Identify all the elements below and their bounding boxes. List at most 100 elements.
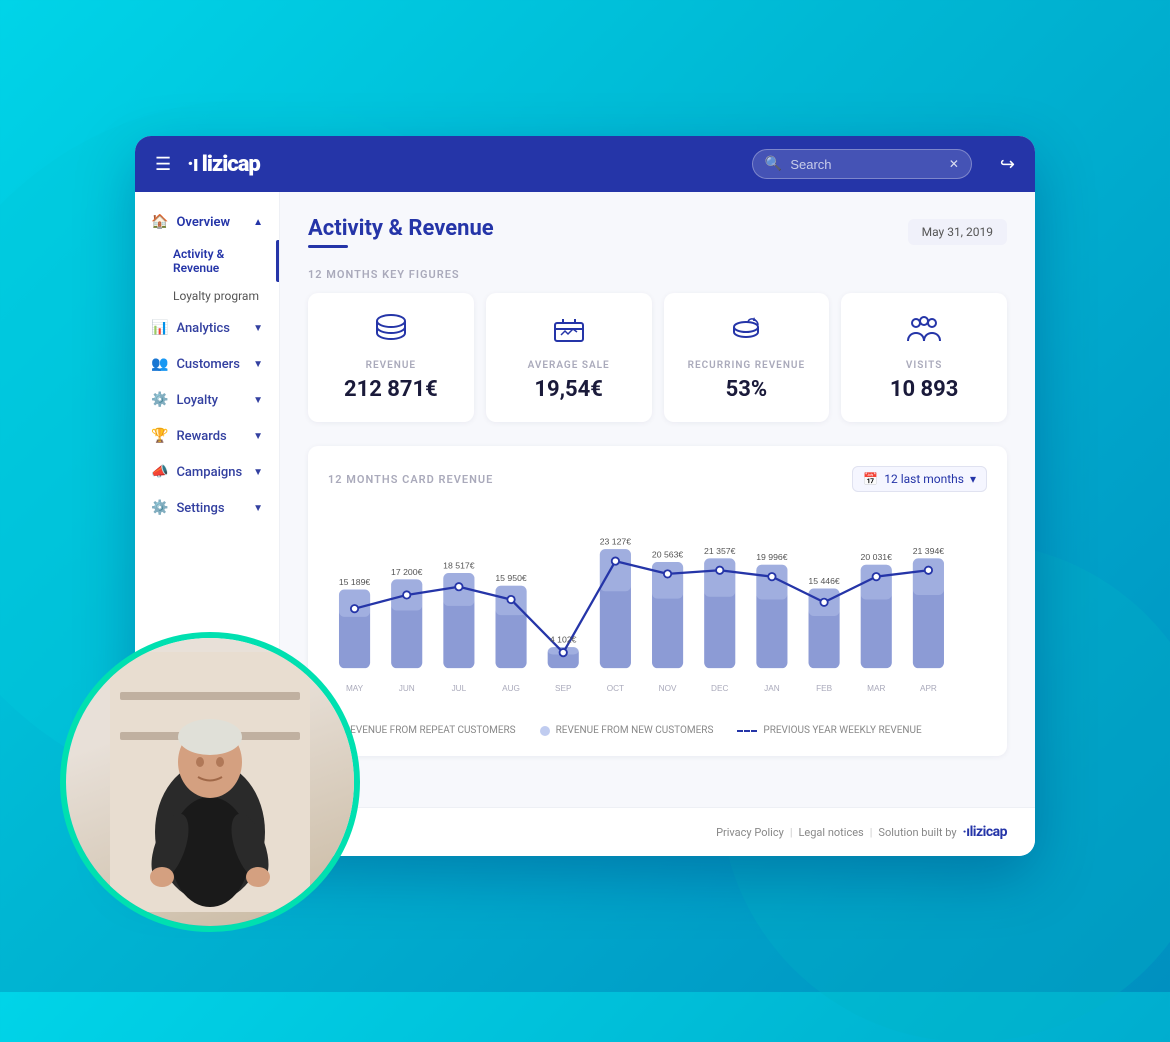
app-logo: ·ılizicap [187, 152, 260, 177]
person-image [66, 638, 354, 926]
page-title: Activity & Revenue [308, 216, 494, 241]
chevron-down-icon-4: ▼ [253, 431, 263, 442]
svg-text:23 127€: 23 127€ [600, 537, 632, 547]
sidebar-item-settings[interactable]: ⚙️ Settings ▼ [135, 490, 279, 526]
recurring-label: RECURRING REVENUE [680, 360, 814, 371]
title-underline [308, 245, 348, 248]
chart-section: 12 MONTHS CARD REVENUE 📅 12 last months … [308, 446, 1007, 756]
sidebar-label-loyalty: Loyalty [176, 393, 218, 408]
sidebar-sub-overview: Activity & Revenue Loyalty program [135, 240, 279, 310]
revenue-label: REVENUE [324, 360, 458, 371]
sidebar-item-rewards[interactable]: 🏆 Rewards ▼ [135, 418, 279, 454]
visits-value: 10 893 [857, 377, 991, 402]
main-content: Activity & Revenue May 31, 2019 12 MONTH… [280, 192, 1035, 807]
legend-dot-new [540, 726, 550, 736]
svg-text:20 031€: 20 031€ [861, 552, 893, 562]
sidebar-item-overview[interactable]: 🏠 Overview ▲ [135, 204, 279, 240]
recurring-value: 53% [680, 377, 814, 402]
chevron-up-icon: ▲ [253, 217, 263, 228]
svg-text:15 950€: 15 950€ [495, 573, 527, 583]
bars-new [339, 549, 944, 654]
chevron-down-icon: ▼ [253, 323, 263, 334]
logout-button[interactable]: ↪ [1000, 154, 1015, 175]
svg-text:15 189€: 15 189€ [339, 577, 371, 587]
svg-text:DEC: DEC [711, 684, 728, 693]
legend-prev-year: PREVIOUS YEAR WEEKLY REVENUE [737, 725, 921, 736]
search-icon: 🔍 [765, 156, 782, 172]
svg-text:AUG: AUG [502, 684, 520, 693]
svg-text:19 996€: 19 996€ [756, 552, 788, 562]
recurring-icon [680, 313, 814, 352]
kpi-card-recurring: RECURRING REVENUE 53% [664, 293, 830, 422]
sidebar-sub-activity-revenue[interactable]: Activity & Revenue [135, 240, 279, 282]
footer-legal[interactable]: Legal notices [799, 826, 864, 839]
sidebar-label-settings: Settings [176, 501, 224, 516]
chart-filter-button[interactable]: 📅 12 last months ▾ [852, 466, 987, 492]
top-nav: ☰ ·ılizicap 🔍 ✕ ↪ [135, 136, 1035, 192]
home-icon: 🏠 [151, 214, 168, 230]
hamburger-button[interactable]: ☰ [155, 154, 171, 175]
sidebar-label-analytics: Analytics [176, 321, 230, 336]
content-header: Activity & Revenue May 31, 2019 [308, 216, 1007, 248]
sidebar-item-customers[interactable]: 👥 Customers ▼ [135, 346, 279, 382]
svg-text:JAN: JAN [764, 684, 780, 693]
chart-legend: REVENUE FROM REPEAT CUSTOMERS REVENUE FR… [328, 725, 987, 736]
svg-text:APR: APR [920, 684, 937, 693]
customers-icon: 👥 [151, 356, 168, 372]
chevron-down-icon-3: ▼ [253, 395, 263, 406]
chart-container: 15 189€ 17 200€ 18 517€ 15 950€ 4 102€ 2… [328, 508, 987, 713]
kpi-section-label: 12 MONTHS KEY FIGURES [308, 268, 1007, 281]
footer: Privacy Policy | Legal notices | Solutio… [280, 807, 1035, 856]
svg-text:18 517€: 18 517€ [443, 560, 475, 570]
avg-sale-label: AVERAGE SALE [502, 360, 636, 371]
svg-text:17 200€: 17 200€ [391, 567, 423, 577]
sidebar-item-campaigns[interactable]: 📣 Campaigns ▼ [135, 454, 279, 490]
person-circle [60, 632, 360, 932]
sidebar-item-analytics[interactable]: 📊 Analytics ▼ [135, 310, 279, 346]
visits-label: VISITS [857, 360, 991, 371]
revenue-value: 212 871€ [324, 377, 458, 402]
sidebar-label-customers: Customers [176, 357, 240, 372]
line-dots [351, 557, 932, 656]
sidebar-item-loyalty[interactable]: ⚙️ Loyalty ▼ [135, 382, 279, 418]
chevron-down-icon-2: ▼ [253, 359, 263, 370]
revenue-icon [324, 313, 458, 352]
date-badge: May 31, 2019 [908, 219, 1007, 245]
visits-icon [857, 313, 991, 352]
legend-line-prev [737, 730, 757, 732]
svg-text:MAY: MAY [346, 684, 364, 693]
footer-logo: ·ılizicap [963, 824, 1007, 840]
kpi-card-revenue: REVENUE 212 871€ [308, 293, 474, 422]
analytics-icon: 📊 [151, 320, 168, 336]
sidebar-label-rewards: Rewards [176, 429, 226, 444]
loyalty-icon: ⚙️ [151, 392, 168, 408]
kpi-card-visits: VISITS 10 893 [841, 293, 1007, 422]
search-bar[interactable]: 🔍 ✕ [752, 149, 972, 179]
svg-text:4 102€: 4 102€ [550, 635, 577, 645]
svg-text:OCT: OCT [607, 684, 624, 693]
calendar-icon: 📅 [863, 472, 878, 486]
search-input[interactable] [790, 157, 941, 172]
svg-text:21 394€: 21 394€ [913, 546, 945, 556]
chevron-down-icon: ▾ [970, 472, 976, 486]
svg-text:SEP: SEP [555, 684, 572, 693]
footer-privacy[interactable]: Privacy Policy [716, 826, 784, 839]
chart-header: 12 MONTHS CARD REVENUE 📅 12 last months … [328, 466, 987, 492]
trend-line [355, 561, 929, 653]
campaigns-icon: 📣 [151, 464, 168, 480]
svg-text:21 357€: 21 357€ [704, 546, 736, 556]
svg-text:15 446€: 15 446€ [808, 576, 840, 586]
svg-text:JUL: JUL [452, 684, 467, 693]
sidebar-sub-loyalty-program[interactable]: Loyalty program [135, 282, 279, 310]
search-clear-button[interactable]: ✕ [949, 157, 959, 171]
chevron-down-icon-5: ▼ [253, 467, 263, 478]
month-labels: MAY JUN JUL AUG SEP OCT NOV DEC JAN FEB [346, 684, 937, 693]
chart-section-label: 12 MONTHS CARD REVENUE [328, 473, 493, 486]
svg-text:MAR: MAR [867, 684, 885, 693]
kpi-row: REVENUE 212 871€ [308, 293, 1007, 422]
legend-new-customers: REVENUE FROM NEW CUSTOMERS [540, 725, 714, 736]
settings-icon: ⚙️ [151, 500, 168, 516]
sidebar-label-overview: Overview [176, 215, 230, 230]
legend-repeat-customers: REVENUE FROM REPEAT CUSTOMERS [328, 725, 516, 736]
svg-text:NOV: NOV [659, 684, 677, 693]
